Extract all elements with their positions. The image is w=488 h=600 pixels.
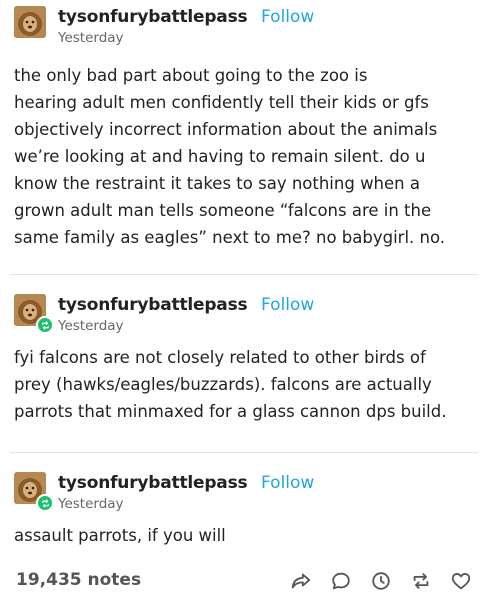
text-line: parrots that minmaxed for a glass cannon… — [14, 402, 447, 421]
post-header: tysonfurybattlepass Follow Yesterday — [14, 6, 474, 50]
divider — [10, 274, 478, 275]
reblog-badge-icon — [36, 316, 54, 334]
post-body: assault parrots, if you will — [14, 522, 476, 549]
text-line: grown adult man tells someone “falcons a… — [14, 201, 432, 220]
username[interactable]: tysonfurybattlepass — [58, 295, 248, 315]
text-line: know the restraint it takes to say nothi… — [14, 174, 420, 193]
follow-button[interactable]: Follow — [261, 473, 314, 493]
reblog-badge-icon — [36, 494, 54, 512]
share-icon[interactable] — [288, 568, 314, 594]
notes-count[interactable]: 19,435 notes — [16, 570, 141, 590]
text-line: objectively incorrect information about … — [14, 120, 438, 139]
text-line: we’re looking at and having to remain si… — [14, 147, 426, 166]
username[interactable]: tysonfurybattlepass — [58, 473, 248, 493]
clock-icon[interactable] — [368, 568, 394, 594]
text-line: prey (hawks/eagles/buzzards). falcons ar… — [14, 375, 432, 394]
lion-avatar-icon — [14, 6, 46, 38]
post-body: fyi falcons are not closely related to o… — [14, 344, 476, 425]
post-header: tysonfurybattlepass Follow Yesterday — [14, 472, 474, 516]
comment-icon[interactable] — [328, 568, 354, 594]
action-bar — [288, 568, 474, 594]
text-line: the only bad part about going to the zoo… — [14, 66, 368, 85]
post-footer: 19,435 notes — [0, 558, 488, 600]
timestamp[interactable]: Yesterday — [58, 30, 124, 46]
heart-icon[interactable] — [448, 568, 474, 594]
text-line: hearing adult men confidently tell their… — [14, 93, 429, 112]
follow-button[interactable]: Follow — [261, 295, 314, 315]
timestamp[interactable]: Yesterday — [58, 318, 124, 334]
avatar[interactable] — [14, 6, 46, 38]
username[interactable]: tysonfurybattlepass — [58, 7, 248, 27]
divider — [10, 452, 478, 453]
reblog-icon[interactable] — [408, 568, 434, 594]
timestamp[interactable]: Yesterday — [58, 496, 124, 512]
post-body: the only bad part about going to the zoo… — [14, 62, 476, 251]
text-line: assault parrots, if you will — [14, 526, 226, 545]
text-line: fyi falcons are not closely related to o… — [14, 348, 426, 367]
post-header: tysonfurybattlepass Follow Yesterday — [14, 294, 474, 338]
follow-button[interactable]: Follow — [261, 7, 314, 27]
text-line: same family as eagles” next to me? no ba… — [14, 228, 446, 247]
